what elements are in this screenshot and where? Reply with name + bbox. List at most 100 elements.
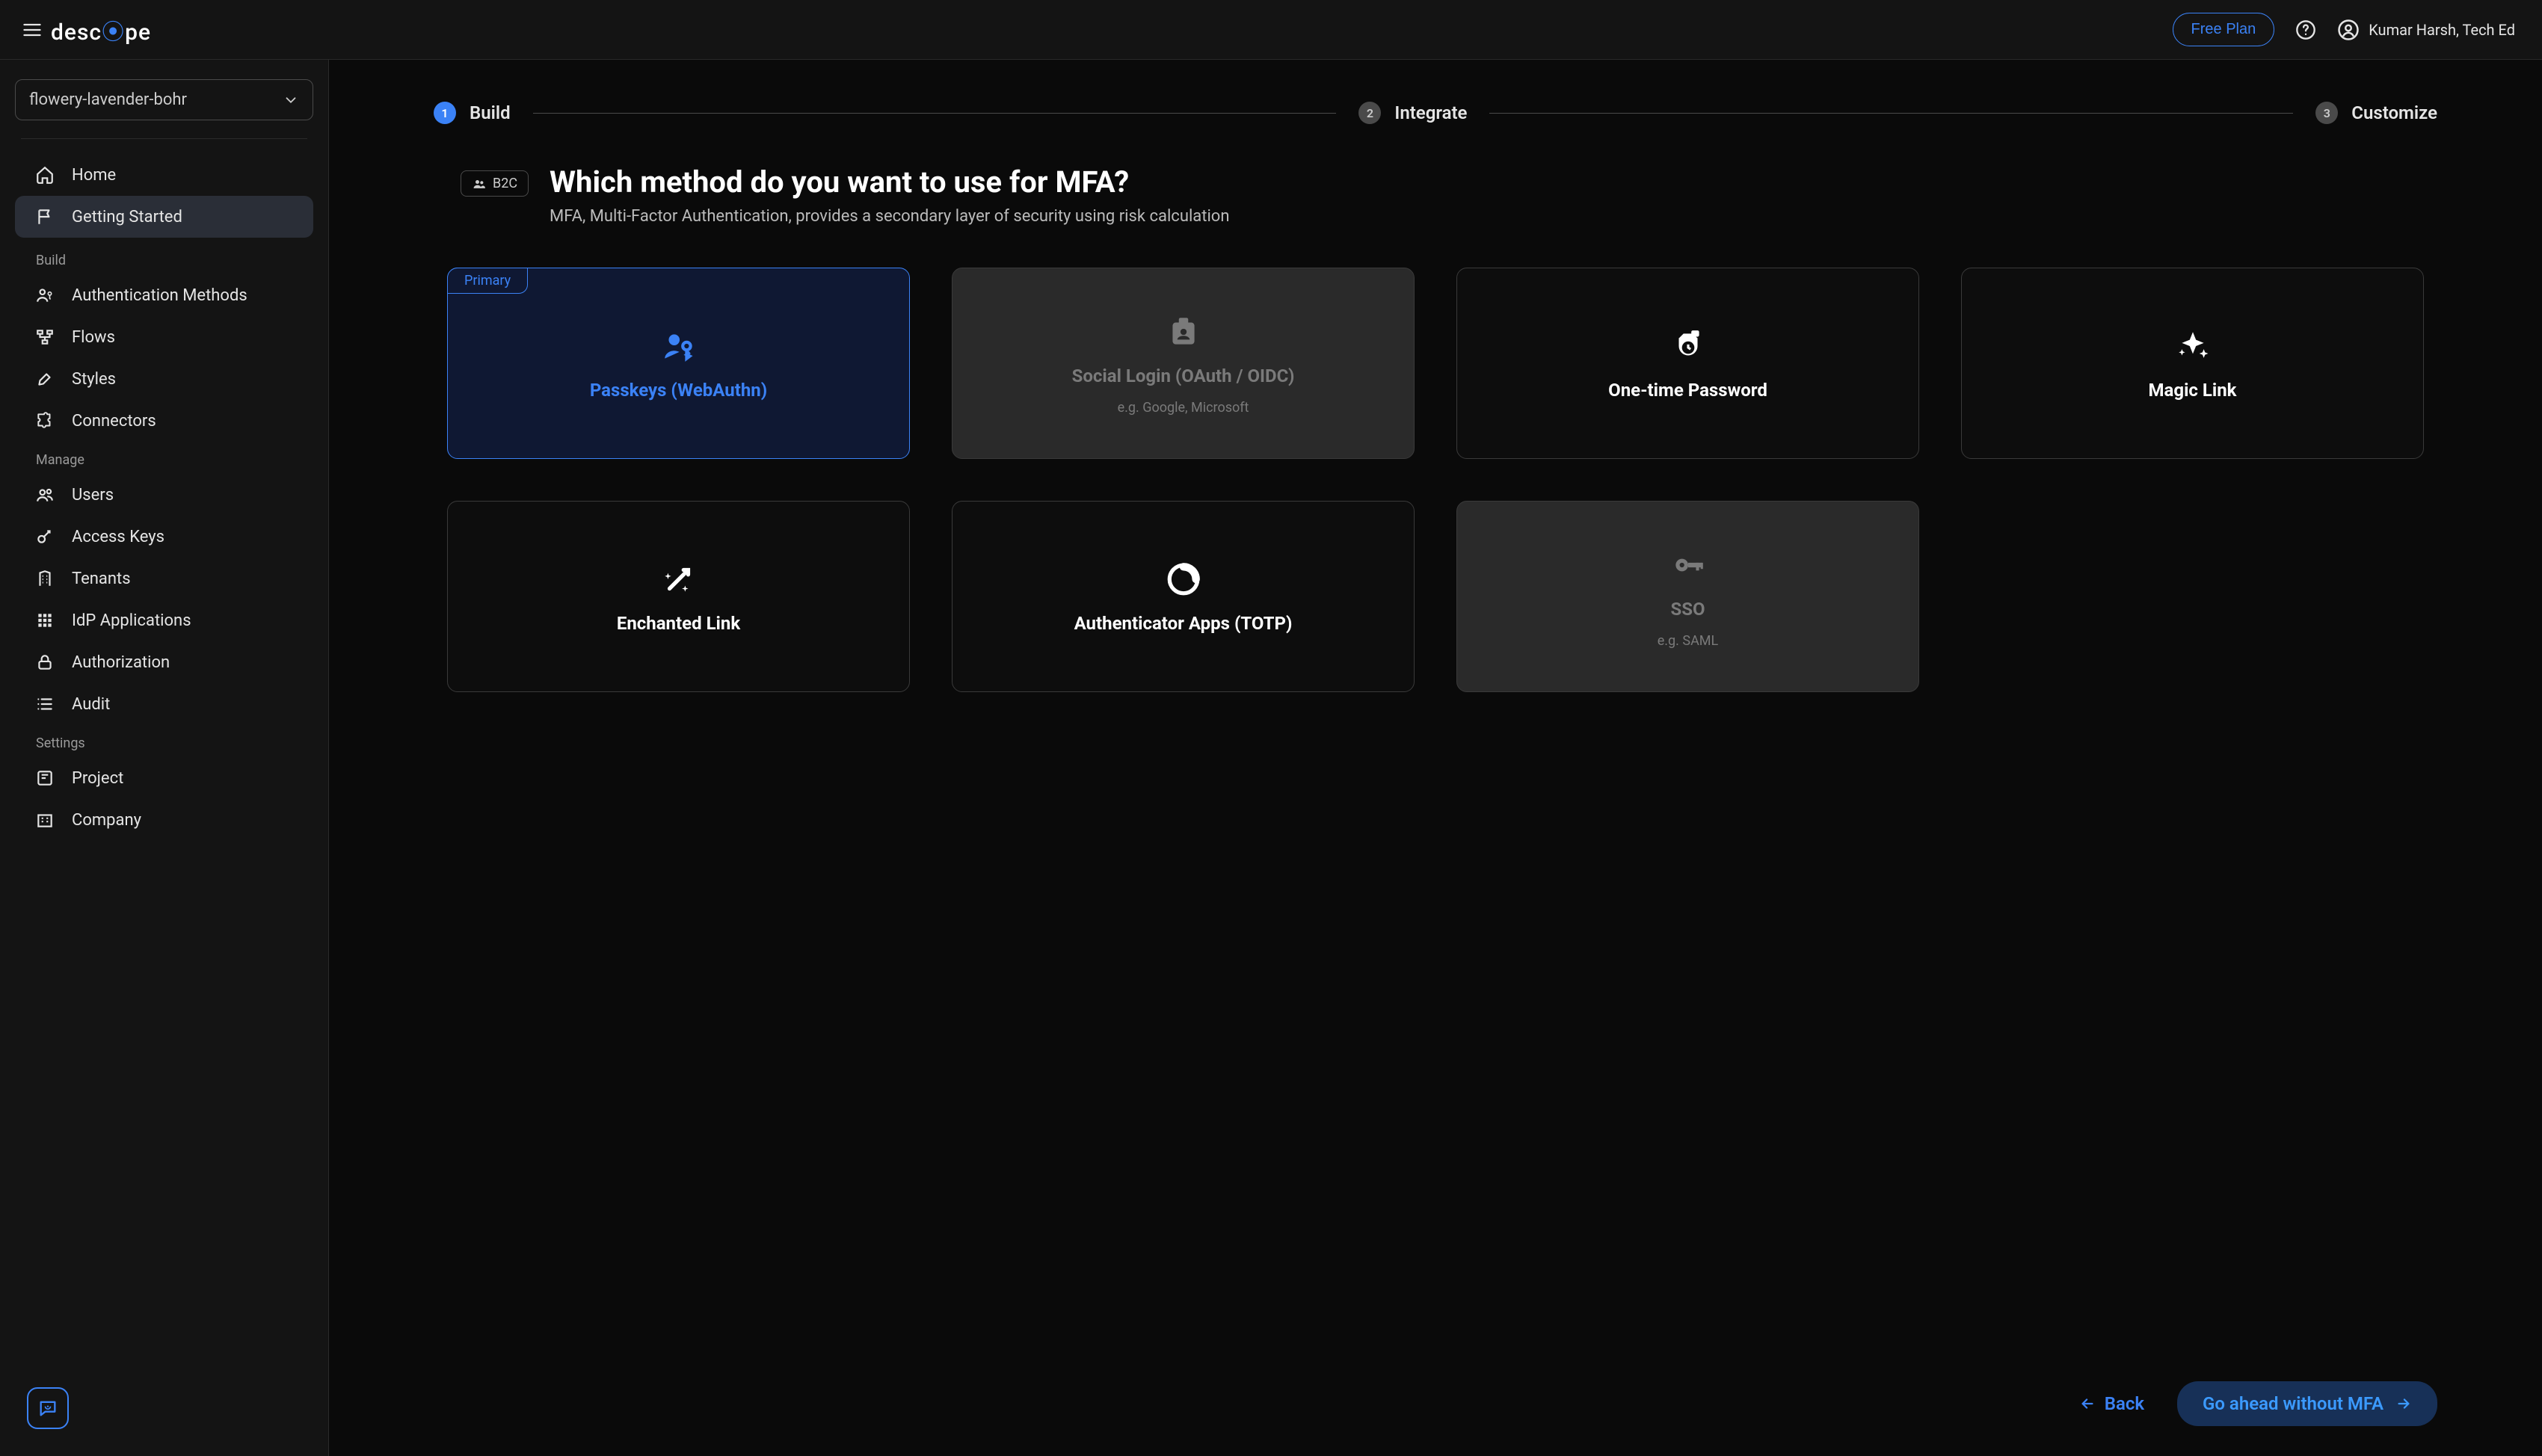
wand-icon	[660, 559, 698, 599]
card-title: Passkeys (WebAuthn)	[590, 380, 767, 401]
topbar: desc⦿pe Free Plan Kumar Harsh, Tech Ed	[0, 0, 2542, 60]
sidebar-item-authorization[interactable]: Authorization	[15, 641, 313, 683]
method-card-magic-link[interactable]: Magic Link	[1961, 268, 2424, 459]
sso-key-icon	[1669, 545, 1707, 585]
sidebar-item-audit[interactable]: Audit	[15, 683, 313, 725]
sidebar-item-idp-applications[interactable]: IdP Applications	[15, 599, 313, 641]
method-card-passkeys-webauthn-[interactable]: Primary Passkeys (WebAuthn)	[447, 268, 910, 459]
arrow-right-icon	[2395, 1395, 2412, 1412]
nav-label: IdP Applications	[72, 611, 191, 630]
help-button[interactable]	[2295, 19, 2316, 40]
menu-toggle[interactable]	[13, 19, 51, 40]
sidebar-item-home[interactable]: Home	[15, 154, 313, 196]
wizard-footer: Back Go ahead without MFA	[434, 1351, 2437, 1426]
step-label: Integrate	[1394, 102, 1467, 123]
sidebar-item-styles[interactable]: Styles	[15, 358, 313, 400]
card-title: Enchanted Link	[617, 613, 740, 634]
nav-label: Company	[72, 811, 141, 830]
section-label: Manage	[15, 442, 313, 474]
step-number: 2	[1358, 102, 1381, 124]
back-button[interactable]: Back	[2079, 1393, 2144, 1414]
passkey-icon	[660, 326, 698, 366]
free-plan-button[interactable]: Free Plan	[2173, 13, 2275, 46]
nav-label: Home	[72, 166, 116, 185]
page-subtitle: MFA, Multi-Factor Authentication, provid…	[550, 207, 1229, 226]
step-number: 3	[2315, 102, 2338, 124]
sidebar-item-getting-started[interactable]: Getting Started	[15, 196, 313, 238]
card-title: Social Login (OAuth / OIDC)	[1072, 365, 1295, 386]
step-label: Customize	[2351, 102, 2437, 123]
sidebar-item-authentication-methods[interactable]: Authentication Methods	[15, 274, 313, 316]
home-icon	[34, 164, 55, 185]
card-title: Magic Link	[2149, 380, 2237, 401]
nav-label: Audit	[72, 695, 110, 714]
chat-icon	[37, 1398, 58, 1419]
forward-label: Go ahead without MFA	[2203, 1393, 2383, 1414]
nav-label: Connectors	[72, 412, 156, 431]
step-customize[interactable]: 3 Customize	[2315, 102, 2437, 124]
chat-widget[interactable]	[27, 1387, 69, 1429]
nav-label: Getting Started	[72, 208, 182, 226]
user-name: Kumar Harsh, Tech Ed	[2369, 21, 2515, 39]
skip-mfa-button[interactable]: Go ahead without MFA	[2177, 1381, 2437, 1426]
badge-text: B2C	[493, 176, 517, 191]
page-title: Which method do you want to use for MFA?	[550, 164, 1229, 200]
step-line	[1489, 113, 2293, 114]
project-selector[interactable]: flowery-lavender-bohr	[15, 79, 313, 120]
sidebar-item-company[interactable]: Company	[15, 799, 313, 841]
nav-label: Project	[72, 769, 123, 788]
nav-label: Flows	[72, 328, 115, 347]
nav-label: Authentication Methods	[72, 286, 247, 305]
step-label: Build	[470, 102, 511, 123]
logo-part: pe	[125, 19, 151, 46]
method-card-enchanted-link[interactable]: Enchanted Link	[447, 501, 910, 692]
project-icon	[34, 768, 55, 789]
chevron-down-icon	[283, 92, 299, 108]
user-circle-icon	[2337, 19, 2360, 41]
sidebar-item-tenants[interactable]: Tenants	[15, 558, 313, 599]
help-icon	[2295, 19, 2316, 40]
method-card-one-time-password[interactable]: One-time Password	[1456, 268, 1919, 459]
nav-label: Access Keys	[72, 528, 164, 546]
badge-icon	[1165, 312, 1202, 352]
main-content: 1 Build 2 Integrate 3 Customize B2C Which met…	[329, 60, 2542, 1456]
divider	[21, 138, 307, 139]
person-key-icon	[34, 285, 55, 306]
users-icon	[34, 484, 55, 505]
card-subtitle: e.g. Google, Microsoft	[1118, 400, 1249, 416]
logo-part: sc	[77, 19, 102, 46]
sidebar-item-users[interactable]: Users	[15, 474, 313, 516]
lock-icon	[34, 652, 55, 673]
hamburger-icon	[22, 19, 43, 40]
flag-icon	[34, 206, 55, 227]
sidebar-item-access-keys[interactable]: Access Keys	[15, 516, 313, 558]
sidebar-item-flows[interactable]: Flows	[15, 316, 313, 358]
sidebar-item-connectors[interactable]: Connectors	[15, 400, 313, 442]
step-integrate[interactable]: 2 Integrate	[1358, 102, 1467, 124]
sparkle-icon	[2174, 326, 2212, 366]
sidebar-item-project[interactable]: Project	[15, 757, 313, 799]
brush-icon	[34, 368, 55, 389]
nav-label: Users	[72, 486, 114, 505]
step-build[interactable]: 1 Build	[434, 102, 511, 124]
nav-label: Styles	[72, 370, 116, 389]
user-menu[interactable]: Kumar Harsh, Tech Ed	[2337, 19, 2515, 41]
sidebar: flowery-lavender-bohr Home Getting Starte…	[0, 60, 329, 1456]
step-number: 1	[434, 102, 456, 124]
clock-lock-icon	[1669, 326, 1707, 366]
building-icon	[34, 568, 55, 589]
company-icon	[34, 809, 55, 830]
method-card-sso: SSOe.g. SAML	[1456, 501, 1919, 692]
key-icon	[34, 526, 55, 547]
card-title: Authenticator Apps (TOTP)	[1074, 613, 1293, 634]
page-header: B2C Which method do you want to use for …	[434, 164, 2437, 226]
app-type-badge: B2C	[461, 170, 529, 197]
wizard-stepper: 1 Build 2 Integrate 3 Customize	[434, 102, 2437, 124]
totp-icon	[1165, 559, 1202, 599]
card-title: SSO	[1670, 599, 1705, 620]
section-label: Build	[15, 242, 313, 274]
method-card-authenticator-apps-totp-[interactable]: Authenticator Apps (TOTP)	[952, 501, 1415, 692]
card-title: One-time Password	[1608, 380, 1767, 401]
primary-tag: Primary	[447, 268, 528, 294]
project-name: flowery-lavender-bohr	[29, 90, 187, 109]
